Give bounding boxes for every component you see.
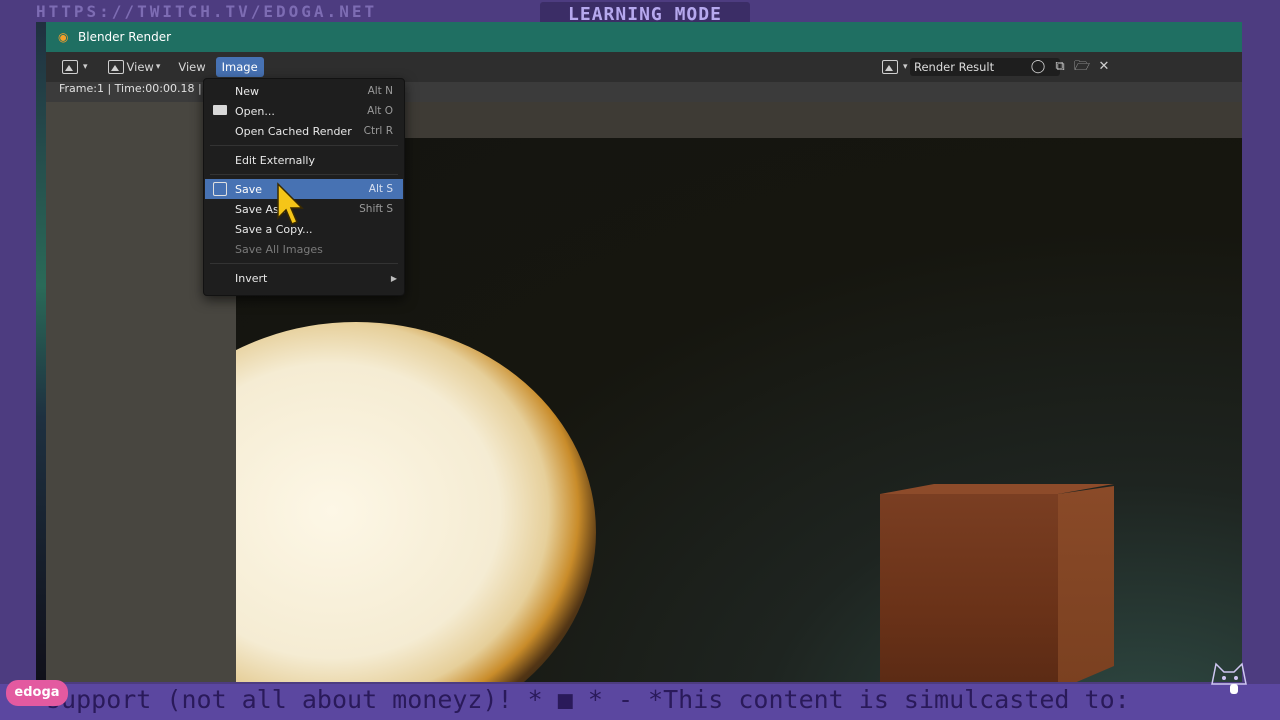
menu-item-open[interactable]: Open... Alt O <box>205 101 403 121</box>
image-icon <box>882 60 898 74</box>
submenu-arrow-icon: ▶ <box>390 273 397 283</box>
image-editor-icon <box>62 60 78 74</box>
chevron-down-icon: ▾ <box>903 62 908 72</box>
menu-item-invert[interactable]: Invert ▶ <box>205 268 403 288</box>
overlay-url: HTTPS://TWITCH.TV/EDOGA.NET <box>36 2 378 21</box>
blender-logo-icon: ◉ <box>58 30 69 44</box>
menu-item-open-cached-render[interactable]: Open Cached Render Ctrl R <box>205 121 403 141</box>
glowing-sphere <box>236 322 596 682</box>
edoga-logo: edoga <box>6 680 68 706</box>
view-mode-dropdown[interactable]: View ▾ <box>102 57 167 77</box>
image-name-value: Render Result <box>914 60 995 74</box>
cube-front-face <box>880 494 1058 682</box>
right-edge-strip <box>1242 22 1280 682</box>
window-titlebar: ◉ Blender Render <box>46 22 1242 52</box>
fake-user-shield-icon[interactable]: ◯ <box>1030 58 1046 76</box>
editor-type-button[interactable]: ▾ <box>56 57 94 77</box>
overlay-ticker: support (not all about moneyz)! * ■ * - … <box>0 684 1280 720</box>
image-menu[interactable]: Image <box>215 57 264 77</box>
chevron-down-icon: ▾ <box>83 62 88 72</box>
window-title: Blender Render <box>78 30 172 44</box>
open-folder-icon[interactable]: 🗁 <box>1074 58 1090 76</box>
menu-separator <box>210 145 398 146</box>
cube-side-face <box>1058 486 1114 682</box>
ticker-text: support (not all about moneyz)! * ■ * - … <box>46 685 1130 714</box>
duplicate-icon[interactable]: ⧉ <box>1052 58 1068 76</box>
view-icon <box>107 60 124 74</box>
image-browse-button[interactable]: ▾ <box>876 57 914 77</box>
menu-item-edit-externally[interactable]: Edit Externally <box>205 150 403 170</box>
menu-separator <box>210 174 398 175</box>
stream-overlay: HTTPS://TWITCH.TV/EDOGA.NET LEARNING MOD… <box>0 0 1280 720</box>
menu-item-new[interactable]: New Alt N <box>205 81 403 101</box>
left-edge-strip <box>36 22 46 682</box>
menu-separator <box>210 263 398 264</box>
folder-icon <box>213 105 227 115</box>
menu-item-save-all-images: Save All Images <box>235 242 323 256</box>
image-field-actions: ◯ ⧉ 🗁 ✕ <box>1030 58 1112 76</box>
close-icon[interactable]: ✕ <box>1096 58 1112 76</box>
view-mode-label: View <box>126 60 154 74</box>
save-icon <box>213 182 227 196</box>
view-menu[interactable]: View <box>172 57 211 77</box>
mascot-icon <box>1204 654 1256 694</box>
chevron-down-icon: ▾ <box>155 62 161 72</box>
